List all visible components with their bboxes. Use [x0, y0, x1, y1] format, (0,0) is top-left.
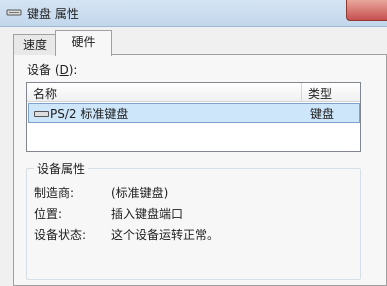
device-name: PS/2 标准键盘: [50, 107, 129, 121]
device-properties-group: [26, 168, 361, 280]
devices-label: 设备 (D):: [27, 63, 78, 77]
column-header-type[interactable]: 类型: [308, 85, 332, 102]
column-header-name[interactable]: 名称: [33, 85, 57, 102]
group-title: 设备属性: [34, 160, 89, 177]
tab-hardware[interactable]: 硬件: [55, 30, 112, 56]
column-divider[interactable]: [301, 83, 302, 101]
status-value: 这个设备运转正常。: [111, 228, 220, 242]
status-label: 设备状态:: [34, 228, 87, 242]
device-type: 键盘: [310, 107, 335, 121]
device-list[interactable]: 名称 类型 PS/2 标准键盘 键盘: [26, 82, 361, 152]
list-item[interactable]: PS/2 标准键盘 键盘: [28, 103, 360, 123]
list-header: 名称 类型: [27, 83, 360, 102]
manufacturer-label: 制造商:: [34, 186, 75, 200]
close-button[interactable]: [346, 0, 387, 21]
tab-speed[interactable]: 速度: [13, 34, 57, 55]
window-title: 键盘 属性: [27, 7, 79, 21]
keyboard-icon: [6, 9, 22, 16]
location-value: 插入键盘端口: [111, 207, 184, 221]
keyboard-icon: [34, 111, 49, 117]
title-bar: 键盘 属性: [0, 0, 387, 27]
location-label: 位置:: [34, 207, 63, 221]
manufacturer-value: (标准键盘): [111, 186, 169, 200]
